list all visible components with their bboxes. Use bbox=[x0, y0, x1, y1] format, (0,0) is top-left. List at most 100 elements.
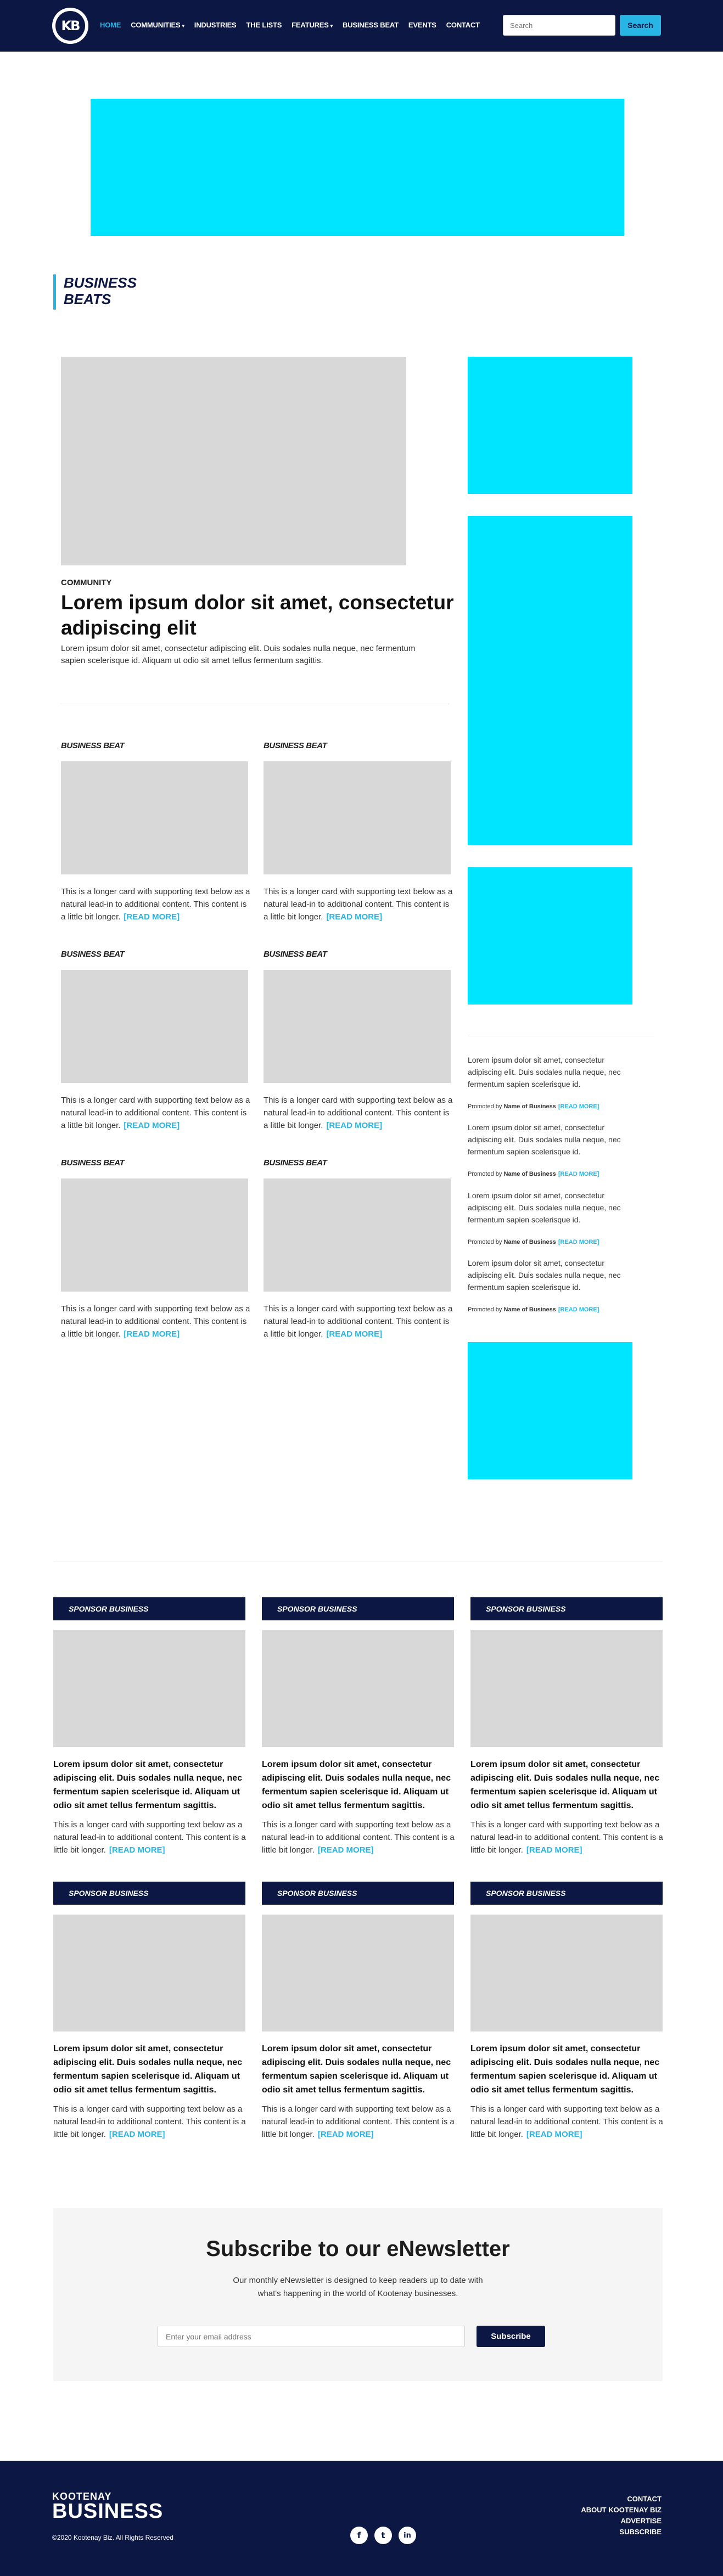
sidebar-ad[interactable] bbox=[468, 1342, 632, 1479]
main-nav: HOME COMMUNITIES ▾ INDUSTRIES THE LISTS F… bbox=[100, 21, 480, 29]
sponsor-image[interactable] bbox=[262, 1915, 454, 2031]
business-name: Name of Business bbox=[503, 1171, 556, 1177]
read-more-link[interactable]: [READ MORE] bbox=[326, 1121, 382, 1130]
card-text: This is a longer card with supporting te… bbox=[61, 885, 250, 923]
sponsor-label: SPONSOR BUSINESS bbox=[262, 1597, 454, 1620]
card-image[interactable] bbox=[61, 970, 248, 1083]
nav-communities[interactable]: COMMUNITIES ▾ bbox=[131, 21, 184, 29]
chevron-down-icon: ▾ bbox=[330, 23, 333, 29]
chevron-down-icon: ▾ bbox=[182, 23, 184, 29]
nav-industries[interactable]: INDUSTRIES bbox=[194, 21, 237, 29]
sponsor-text: This is a longer card with supporting te… bbox=[53, 2103, 251, 2141]
promoted-by: Promoted by Name of Business [READ MORE] bbox=[468, 1239, 599, 1245]
nav-contact[interactable]: CONTACT bbox=[446, 21, 480, 29]
newsletter-description: Our monthly eNewsletter is designed to k… bbox=[233, 2276, 483, 2298]
card-image[interactable] bbox=[264, 970, 451, 1083]
nav-label: CONTACT bbox=[446, 21, 480, 29]
promoted-text[interactable]: Lorem ipsum dolor sit amet, consectetur … bbox=[468, 1054, 635, 1090]
nav-the-lists[interactable]: THE LISTS bbox=[246, 21, 282, 29]
card-label: BUSINESS BEAT bbox=[61, 1158, 125, 1168]
read-more-link[interactable]: [READ MORE] bbox=[558, 1239, 599, 1245]
search-input[interactable] bbox=[503, 15, 615, 36]
sponsor-title[interactable]: Lorem ipsum dolor sit amet, consectetur … bbox=[262, 1758, 455, 1812]
nav-label: COMMUNITIES bbox=[131, 21, 181, 29]
footer-link-advertise[interactable]: ADVERTISE bbox=[581, 2516, 662, 2527]
card-image[interactable] bbox=[61, 1178, 248, 1292]
sponsor-title[interactable]: Lorem ipsum dolor sit amet, consectetur … bbox=[470, 2042, 664, 2097]
search-button[interactable]: Search bbox=[620, 15, 661, 36]
featured-excerpt: Lorem ipsum dolor sit amet, consectetur … bbox=[61, 644, 416, 665]
facebook-icon[interactable]: f bbox=[350, 2527, 368, 2544]
card-label: BUSINESS BEAT bbox=[264, 950, 327, 959]
read-more-link[interactable]: [READ MORE] bbox=[318, 2130, 374, 2139]
read-more-link[interactable]: [READ MORE] bbox=[124, 1329, 180, 1339]
promoted-text[interactable]: Lorem ipsum dolor sit amet, consectetur … bbox=[468, 1189, 635, 1226]
read-more-link[interactable]: [READ MORE] bbox=[558, 1171, 599, 1177]
sponsor-label: SPONSOR BUSINESS bbox=[53, 1597, 245, 1620]
sponsor-title[interactable]: Lorem ipsum dolor sit amet, consectetur … bbox=[53, 1758, 246, 1812]
sponsor-image[interactable] bbox=[262, 1630, 454, 1747]
featured-image[interactable] bbox=[61, 357, 406, 565]
footer-brand-bottom[interactable]: BUSINESS bbox=[52, 2500, 163, 2522]
site-logo[interactable]: KB bbox=[52, 8, 88, 44]
newsletter-section: Subscribe to our eNewsletter Our monthly… bbox=[53, 2208, 663, 2381]
promoted-prefix: Promoted by bbox=[468, 1306, 502, 1313]
read-more-link[interactable]: [READ MORE] bbox=[318, 1845, 374, 1855]
read-more-link[interactable]: [READ MORE] bbox=[326, 912, 382, 922]
sponsor-label: SPONSOR BUSINESS bbox=[53, 1882, 245, 1905]
read-more-link[interactable]: [READ MORE] bbox=[124, 912, 180, 922]
sponsor-text: This is a longer card with supporting te… bbox=[53, 1819, 251, 1856]
card-text: This is a longer card with supporting te… bbox=[61, 1094, 250, 1132]
top-navigation-bar: KB HOME COMMUNITIES ▾ INDUSTRIES THE LIST… bbox=[0, 0, 723, 52]
nav-label: INDUSTRIES bbox=[194, 21, 237, 29]
footer-link-about[interactable]: ABOUT KOOTENAY BIZ bbox=[581, 2505, 662, 2516]
footer-links: CONTACT ABOUT KOOTENAY BIZ ADVERTISE SUB… bbox=[581, 2494, 662, 2538]
sponsor-title[interactable]: Lorem ipsum dolor sit amet, consectetur … bbox=[470, 1758, 664, 1812]
sponsor-title[interactable]: Lorem ipsum dolor sit amet, consectetur … bbox=[262, 2042, 455, 2097]
featured-category: COMMUNITY bbox=[61, 578, 112, 587]
nav-label: BUSINESS BEAT bbox=[343, 21, 399, 29]
footer-link-subscribe[interactable]: SUBSCRIBE bbox=[581, 2527, 662, 2538]
sidebar-skyscraper-ad[interactable] bbox=[468, 516, 632, 845]
newsletter-title: Subscribe to our eNewsletter bbox=[206, 2237, 510, 2261]
sponsor-image[interactable] bbox=[470, 1915, 663, 2031]
read-more-link[interactable]: [READ MORE] bbox=[558, 1306, 599, 1313]
business-name: Name of Business bbox=[503, 1239, 556, 1245]
footer-link-contact[interactable]: CONTACT bbox=[581, 2494, 662, 2505]
sponsor-image[interactable] bbox=[53, 1630, 245, 1747]
read-more-link[interactable]: [READ MORE] bbox=[109, 1845, 165, 1855]
card-image[interactable] bbox=[61, 761, 248, 874]
read-more-link[interactable]: [READ MORE] bbox=[326, 1329, 382, 1339]
sponsor-image[interactable] bbox=[53, 1915, 245, 2031]
banner-ad[interactable] bbox=[91, 99, 624, 236]
sidebar-ad[interactable] bbox=[468, 867, 632, 1004]
nav-home[interactable]: HOME bbox=[100, 21, 121, 29]
card-image[interactable] bbox=[264, 1178, 451, 1292]
promoted-text[interactable]: Lorem ipsum dolor sit amet, consectetur … bbox=[468, 1257, 635, 1293]
read-more-link[interactable]: [READ MORE] bbox=[526, 1845, 582, 1855]
twitter-icon[interactable]: t bbox=[374, 2527, 392, 2544]
sponsor-title[interactable]: Lorem ipsum dolor sit amet, consectetur … bbox=[53, 2042, 246, 2097]
read-more-link[interactable]: [READ MORE] bbox=[526, 2130, 582, 2139]
card-text: This is a longer card with supporting te… bbox=[264, 1094, 453, 1132]
subscribe-button[interactable]: Subscribe bbox=[477, 2326, 545, 2347]
nav-label: FEATURES bbox=[292, 21, 329, 29]
card-image[interactable] bbox=[264, 761, 451, 874]
nav-features[interactable]: FEATURES ▾ bbox=[292, 21, 333, 29]
sponsor-text: This is a longer card with supporting te… bbox=[262, 2103, 459, 2141]
logo-mark: KB bbox=[55, 11, 85, 41]
linkedin-icon[interactable]: in bbox=[399, 2527, 416, 2544]
sidebar-ad[interactable] bbox=[468, 357, 632, 494]
promoted-text[interactable]: Lorem ipsum dolor sit amet, consectetur … bbox=[468, 1121, 635, 1158]
read-more-link[interactable]: [READ MORE] bbox=[109, 2130, 165, 2139]
email-field[interactable] bbox=[158, 2326, 465, 2347]
nav-business-beat[interactable]: BUSINESS BEAT bbox=[343, 21, 399, 29]
featured-title[interactable]: Lorem ipsum dolor sit amet, consectetur … bbox=[61, 590, 467, 641]
sponsor-text: This is a longer card with supporting te… bbox=[262, 1819, 459, 1856]
sponsor-image[interactable] bbox=[470, 1630, 663, 1747]
nav-events[interactable]: EVENTS bbox=[408, 21, 436, 29]
read-more-link[interactable]: [READ MORE] bbox=[558, 1103, 599, 1110]
sponsor-label: SPONSOR BUSINESS bbox=[262, 1882, 454, 1905]
card-label: BUSINESS BEAT bbox=[61, 741, 125, 750]
read-more-link[interactable]: [READ MORE] bbox=[124, 1121, 180, 1130]
